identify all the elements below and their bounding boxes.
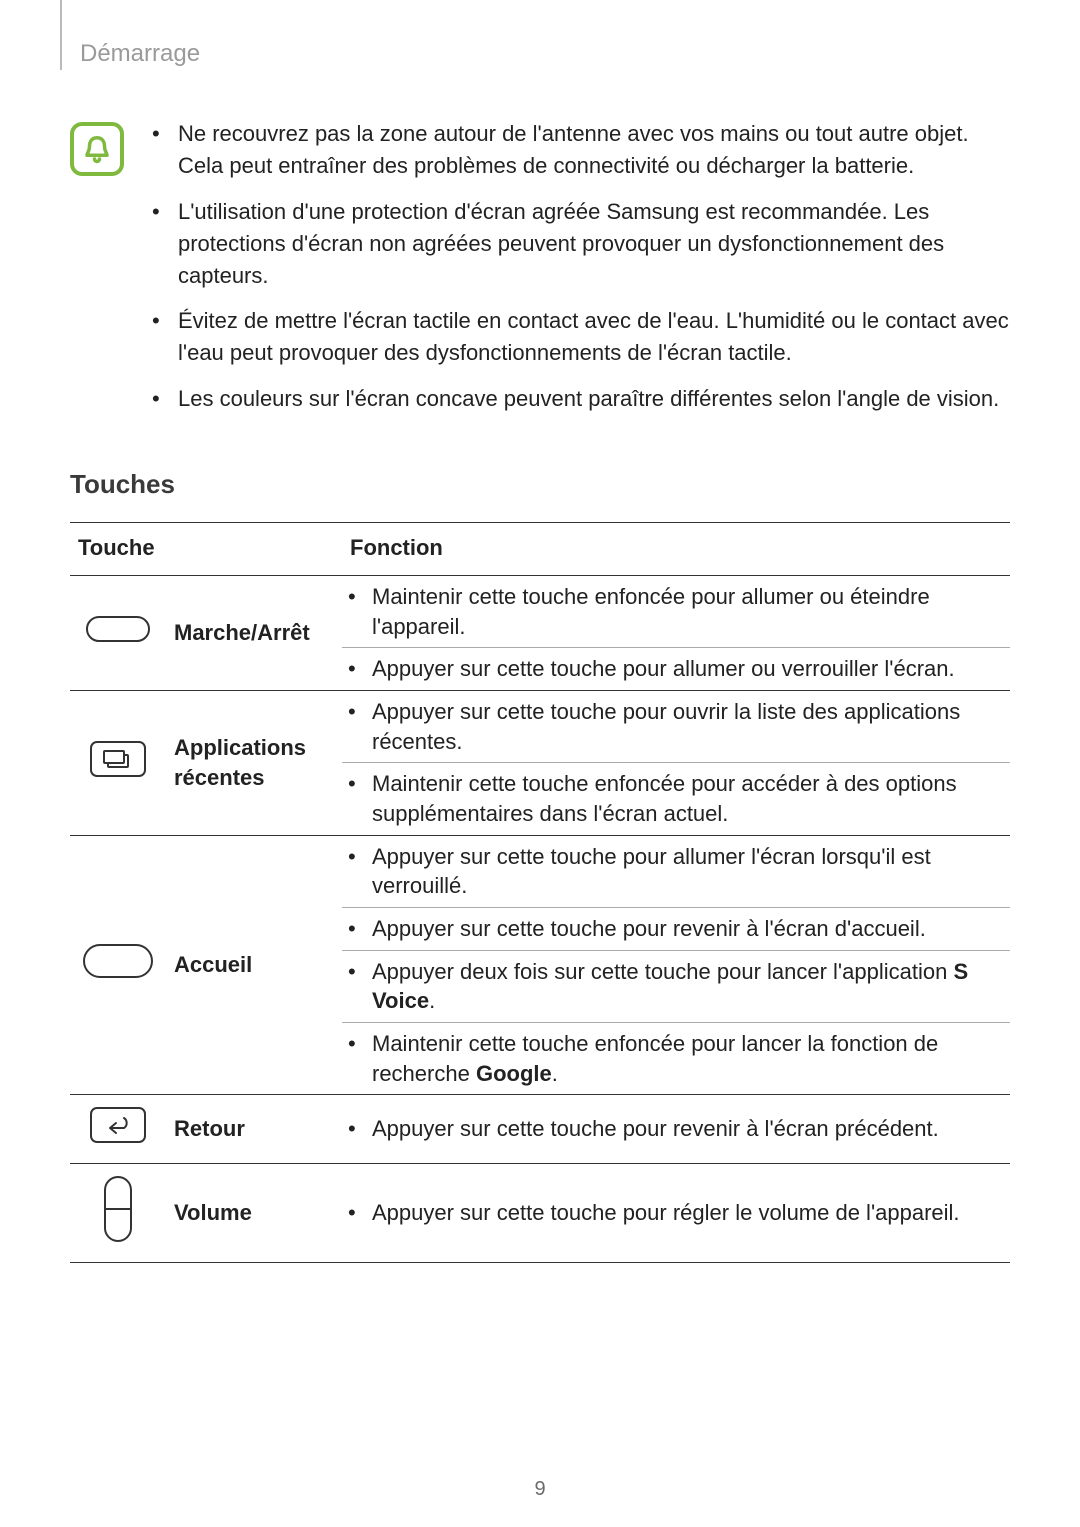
function-item: Maintenir cette touche enfoncée pour lan… (342, 1022, 1010, 1094)
table-row: Marche/Arrêt Maintenir cette touche enfo… (70, 575, 1010, 690)
section-breadcrumb: Démarrage (80, 40, 1010, 68)
page-number: 9 (0, 1478, 1080, 1501)
table-header-touche: Touche (70, 523, 342, 576)
note-item: Ne recouvrez pas la zone autour de l'ant… (152, 118, 1010, 182)
volume-button-icon (70, 1164, 166, 1263)
function-item: Appuyer sur cette touche pour revenir à … (342, 907, 1010, 950)
function-item: Appuyer sur cette touche pour revenir à … (342, 1108, 1010, 1150)
button-label: Volume (166, 1164, 342, 1263)
function-item: Appuyer deux fois sur cette touche pour … (342, 950, 1010, 1022)
function-item: Maintenir cette touche enfoncée pour all… (342, 576, 1010, 647)
note-item: Les couleurs sur l'écran concave peuvent… (152, 383, 1010, 415)
table-row: Volume Appuyer sur cette touche pour rég… (70, 1164, 1010, 1263)
button-label: Retour (166, 1095, 342, 1164)
buttons-table: Touche Fonction Marche/Arrêt Maintenir (70, 522, 1010, 1263)
button-label: Accueil (166, 835, 342, 1095)
note-block: Ne recouvrez pas la zone autour de l'ant… (70, 118, 1010, 429)
note-item: L'utilisation d'une protection d'écran a… (152, 196, 1010, 292)
power-button-icon (70, 575, 166, 690)
header-vertical-rule (60, 0, 62, 70)
recent-apps-icon (70, 690, 166, 835)
note-item: Évitez de mettre l'écran tactile en cont… (152, 305, 1010, 369)
function-item: Appuyer sur cette touche pour allumer ou… (342, 647, 1010, 690)
back-button-icon (70, 1095, 166, 1164)
function-item: Appuyer sur cette touche pour ouvrir la … (342, 691, 1010, 762)
table-row: Retour Appuyer sur cette touche pour rev… (70, 1095, 1010, 1164)
function-item: Appuyer sur cette touche pour régler le … (342, 1192, 1010, 1234)
function-item: Appuyer sur cette touche pour allumer l'… (342, 836, 1010, 907)
button-label: Applications récentes (166, 690, 342, 835)
section-heading-touches: Touches (70, 469, 1010, 500)
button-label: Marche/Arrêt (166, 575, 342, 690)
table-row: Applications récentes Appuyer sur cette … (70, 690, 1010, 835)
home-button-icon (70, 835, 166, 1095)
function-item: Maintenir cette touche enfoncée pour acc… (342, 762, 1010, 834)
table-row: Accueil Appuyer sur cette touche pour al… (70, 835, 1010, 1095)
table-header-fonction: Fonction (342, 523, 1010, 576)
bell-icon (70, 122, 124, 176)
